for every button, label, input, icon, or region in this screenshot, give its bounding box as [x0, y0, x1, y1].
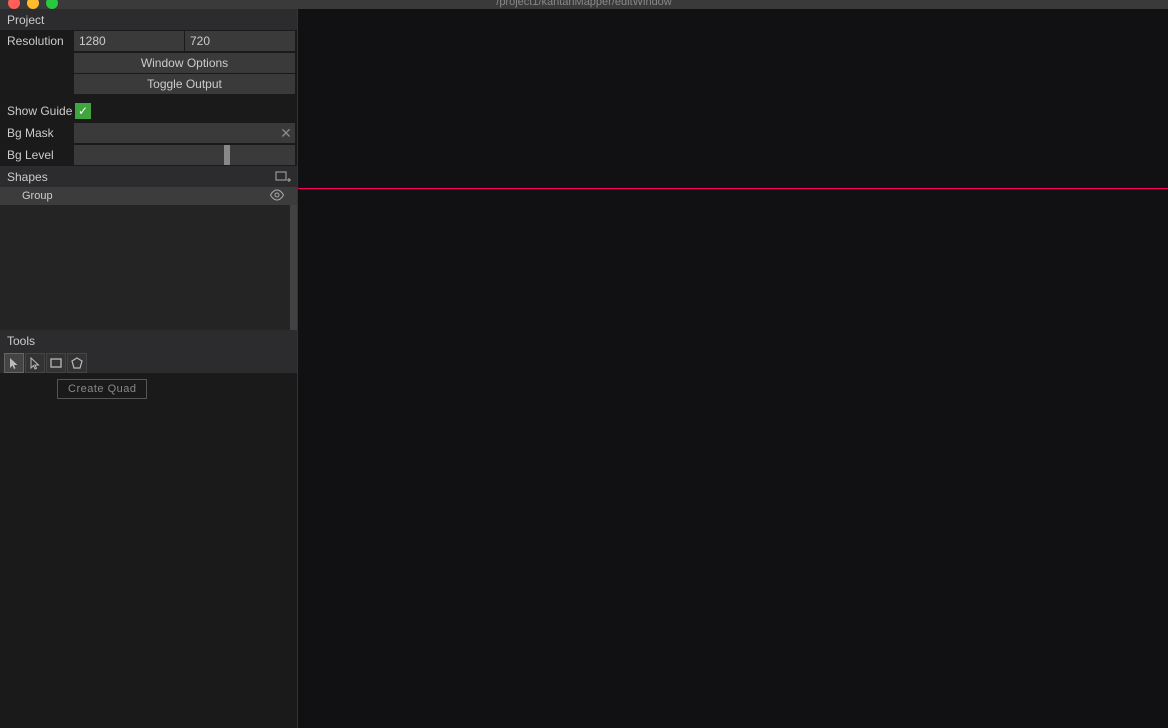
traffic-lights [8, 0, 58, 9]
toggle-output-button[interactable]: Toggle Output [74, 74, 295, 94]
direct-select-tool-button[interactable] [25, 353, 45, 373]
sidebar: Project Resolution Window Options Toggle… [0, 9, 298, 728]
add-shape-button[interactable] [275, 170, 291, 184]
close-window-button[interactable] [8, 0, 20, 9]
show-guide-label: Show Guide [7, 104, 75, 118]
maximize-window-button[interactable] [46, 0, 58, 9]
quad-tool-button[interactable] [46, 353, 66, 373]
add-shape-icon [275, 170, 291, 184]
shapes-list[interactable] [0, 205, 297, 330]
project-section-header: Project [0, 9, 297, 30]
resolution-row: Resolution [0, 30, 297, 52]
minimize-window-button[interactable] [27, 0, 39, 9]
resolution-height-input[interactable] [185, 31, 295, 51]
show-guide-checkbox[interactable]: ✓ [75, 103, 91, 119]
horizontal-guide-line[interactable] [298, 188, 1168, 189]
main: Project Resolution Window Options Toggle… [0, 9, 1168, 728]
bg-level-slider[interactable] [74, 145, 295, 165]
resolution-width-input[interactable] [74, 31, 184, 51]
pointer-outline-icon [28, 356, 42, 370]
canvas-viewport[interactable] [298, 9, 1168, 728]
rectangle-icon [49, 356, 63, 370]
eye-icon [269, 189, 285, 201]
show-guide-row: Show Guide ✓ [0, 100, 297, 122]
shapes-label: Shapes [7, 170, 48, 184]
resolution-label: Resolution [7, 34, 74, 48]
shapes-section-header: Shapes [0, 166, 297, 187]
canvas-area[interactable] [298, 9, 1168, 728]
create-btn-row: Create Quad [0, 373, 297, 399]
freeform-tool-button[interactable] [67, 353, 87, 373]
bg-level-slider-handle[interactable] [224, 145, 230, 165]
bg-mask-input[interactable] [74, 123, 277, 143]
bg-level-label: Bg Level [7, 148, 74, 162]
window-options-button[interactable]: Window Options [74, 53, 295, 73]
tools-section-header: Tools [0, 330, 297, 351]
window-title: /project1/kantanMapper/editWindow [496, 0, 671, 8]
check-icon: ✓ [78, 105, 88, 117]
group-label: Group [22, 190, 53, 202]
group-visibility-toggle[interactable] [269, 189, 285, 201]
shapes-group-row[interactable]: Group [0, 187, 297, 205]
select-tool-button[interactable] [4, 353, 24, 373]
tool-row [0, 351, 297, 373]
titlebar: /project1/kantanMapper/editWindow [0, 0, 1168, 9]
bg-mask-label: Bg Mask [7, 126, 74, 140]
bg-mask-clear-button[interactable]: ✕ [277, 123, 295, 143]
create-quad-button[interactable]: Create Quad [57, 379, 147, 399]
polygon-icon [70, 356, 84, 370]
bg-level-row: Bg Level [0, 144, 297, 166]
tools-label: Tools [7, 334, 35, 348]
pointer-filled-icon [7, 356, 21, 370]
bg-mask-row: Bg Mask ✕ [0, 122, 297, 144]
close-icon: ✕ [280, 125, 292, 142]
